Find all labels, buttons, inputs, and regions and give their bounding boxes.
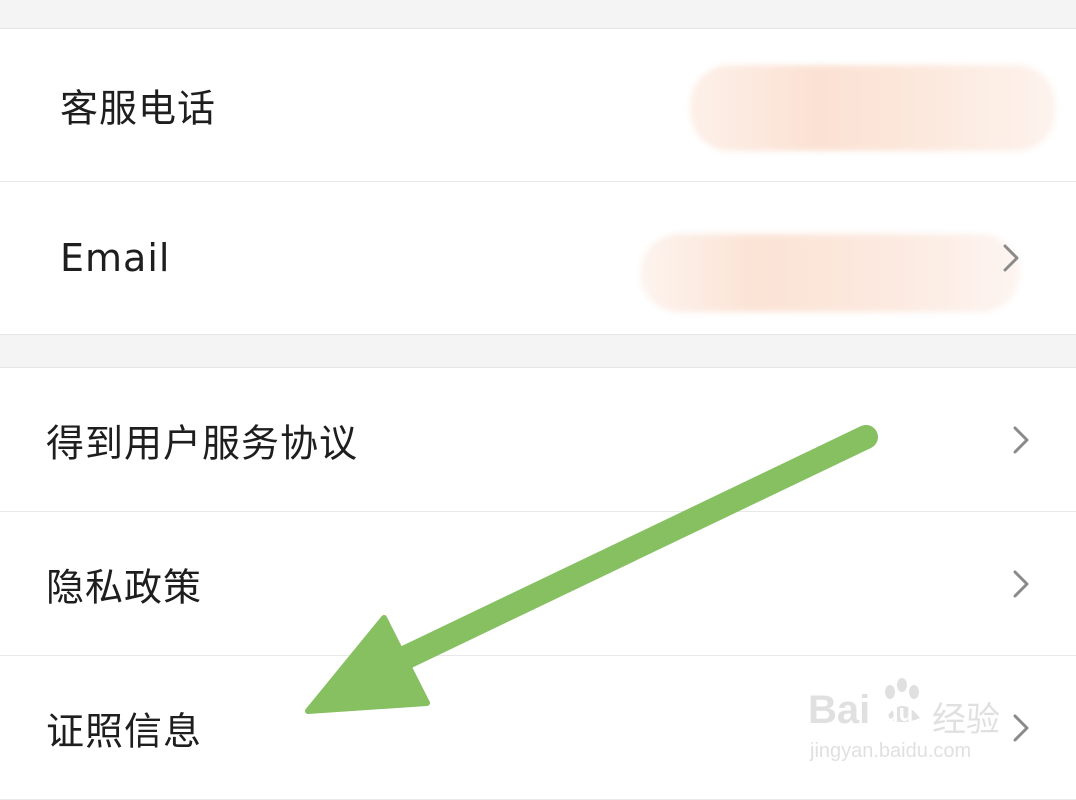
watermark-url: jingyan.baidu.com <box>810 740 972 762</box>
watermark-paw-text: du <box>884 700 914 727</box>
baidu-jingyan-watermark: Bai du 经验 jingyan.baidu.com <box>808 678 1018 774</box>
settings-screen: 客服电话 Email 得到用户服务协议 隐私政策 证照信息 Bai du 经验 … <box>0 0 1076 800</box>
watermark-suffix: 经验 <box>932 701 1000 739</box>
watermark-brand: Bai <box>808 688 871 732</box>
